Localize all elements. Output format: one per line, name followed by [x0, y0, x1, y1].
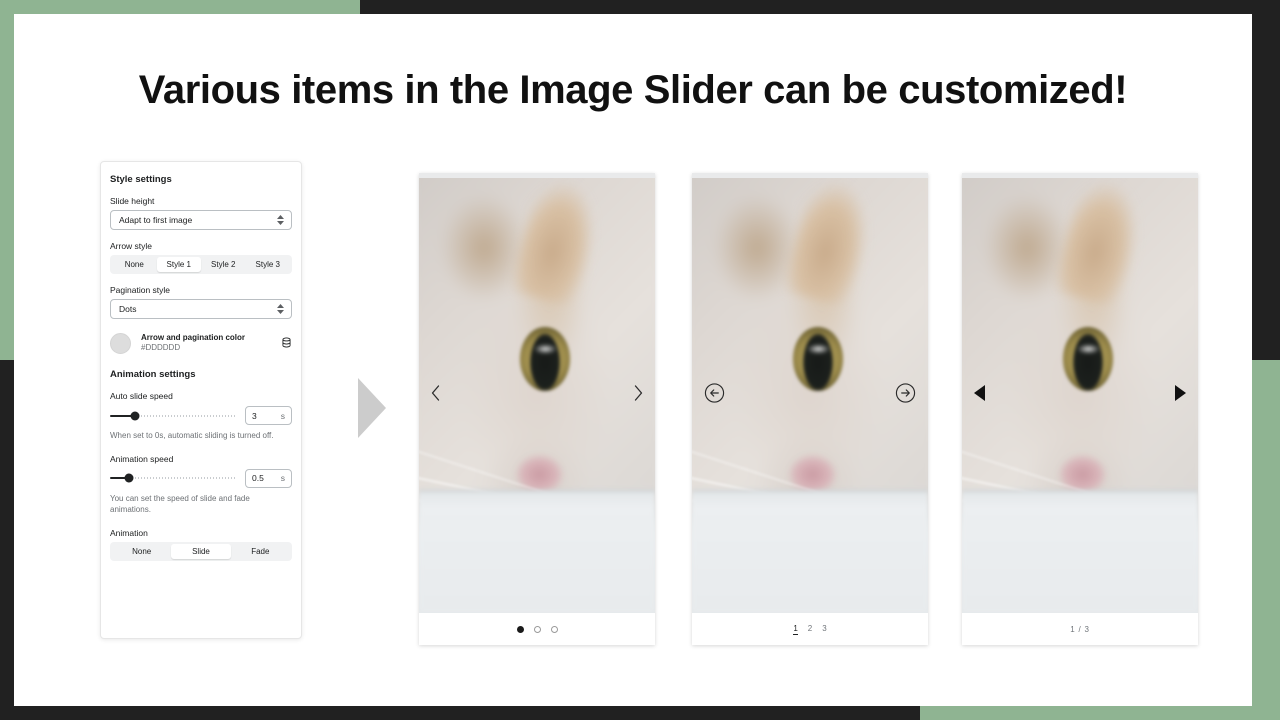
color-swatch[interactable] — [110, 333, 131, 354]
pagination-fraction[interactable]: 1 / 3 — [962, 613, 1198, 645]
pagination-style-value: Dots — [119, 304, 137, 314]
animation-speed-slider[interactable] — [110, 472, 236, 484]
circle-arrow-right-icon[interactable] — [895, 383, 916, 404]
pagination-style-label: Pagination style — [110, 285, 171, 295]
style-settings-panel: Style settings Slide height Adapt to fir… — [100, 161, 302, 639]
auto-slide-speed-helper: When set to 0s, automatic sliding is tur… — [110, 431, 274, 440]
slide-height-value: Adapt to first image — [119, 215, 193, 225]
animation-speed-label: Animation speed — [110, 453, 174, 464]
arrow-pagination-color-row[interactable]: Arrow and pagination color #DDDDDD — [110, 333, 292, 354]
pagination-fraction-label: 1 / 3 — [1070, 624, 1090, 634]
pagination-dot[interactable] — [533, 625, 541, 633]
pagination-dot[interactable] — [550, 625, 558, 633]
pagination-dot[interactable] — [516, 625, 524, 633]
slide-card: Various items in the Image Slider can be… — [14, 14, 1252, 706]
arrow-style-option-style-3[interactable]: Style 3 — [246, 257, 291, 272]
slider-image — [419, 173, 655, 613]
arrow-style-label: Arrow style — [110, 241, 153, 251]
color-texts: Arrow and pagination color #DDDDDD — [141, 333, 281, 353]
pagination-number[interactable]: 3 — [822, 624, 826, 634]
color-name-label: Arrow and pagination color — [141, 333, 246, 343]
arrow-style-option-none[interactable]: None — [112, 257, 157, 272]
pagination-number[interactable]: 1 — [793, 624, 798, 635]
chevron-right-icon[interactable] — [634, 385, 643, 401]
pagination-style-select[interactable]: Dots — [110, 299, 292, 319]
animation-speed-value: 0.5 — [252, 473, 264, 484]
arrow-style-option-style-1[interactable]: Style 1 — [156, 257, 201, 272]
preview-style-1 — [419, 173, 655, 645]
auto-slide-speed-input[interactable]: 3 s — [245, 406, 292, 425]
slide-height-select[interactable]: Adapt to first image — [110, 210, 292, 230]
animation-settings-heading: Animation settings — [110, 369, 196, 380]
auto-slide-speed-label: Auto slide speed — [110, 391, 173, 401]
slide-height-label: Slide height — [110, 196, 155, 206]
pagination-numbers[interactable]: 1 2 3 — [692, 613, 928, 645]
arrow-style-option-style-2[interactable]: Style 2 — [201, 257, 246, 272]
pagination-number[interactable]: 2 — [808, 624, 812, 634]
auto-slide-speed-value: 3 — [252, 410, 257, 421]
animation-speed-input[interactable]: 0.5 s — [245, 468, 292, 488]
animation-option-none[interactable]: None — [112, 544, 171, 559]
auto-slide-speed-row[interactable]: 3 s — [110, 406, 292, 425]
auto-slide-speed-unit: s — [280, 410, 285, 421]
animation-option-fade[interactable]: Fade — [231, 544, 290, 559]
preview-style-3: 1 / 3 — [962, 173, 1198, 645]
arrow-style-segmented-control[interactable]: None Style 1 Style 2 Style 3 — [110, 255, 292, 274]
slider-image — [962, 173, 1198, 613]
chevron-left-icon[interactable] — [431, 385, 440, 401]
chevron-updown-icon — [277, 304, 284, 314]
color-hex-value: #DDDDDD — [141, 343, 181, 353]
circle-arrow-left-icon[interactable] — [704, 383, 725, 404]
auto-slide-speed-slider[interactable] — [110, 410, 236, 422]
page-title: Various items in the Image Slider can be… — [138, 68, 1128, 112]
color-library-icon[interactable] — [281, 335, 292, 353]
animation-speed-helper: You can set the speed of slide and fade … — [110, 493, 250, 515]
animation-option-slide[interactable]: Slide — [171, 543, 231, 559]
style-settings-heading: Style settings — [110, 174, 172, 185]
separator-arrow-icon — [358, 378, 386, 438]
preview-style-2: 1 2 3 — [692, 173, 928, 645]
animation-speed-unit: s — [280, 473, 285, 484]
slider-image — [692, 173, 928, 613]
slide-canvas: { "theme": { "accent_green": "#8FB492", … — [0, 0, 1280, 720]
animation-label: Animation — [110, 527, 148, 538]
chevron-updown-icon — [277, 215, 284, 225]
animation-speed-row[interactable]: 0.5 s — [110, 468, 292, 488]
pagination-dots[interactable] — [419, 613, 655, 645]
triangle-right-icon[interactable] — [1175, 385, 1186, 401]
animation-segmented-control[interactable]: None Slide Fade — [110, 541, 292, 561]
triangle-left-icon[interactable] — [974, 385, 985, 401]
